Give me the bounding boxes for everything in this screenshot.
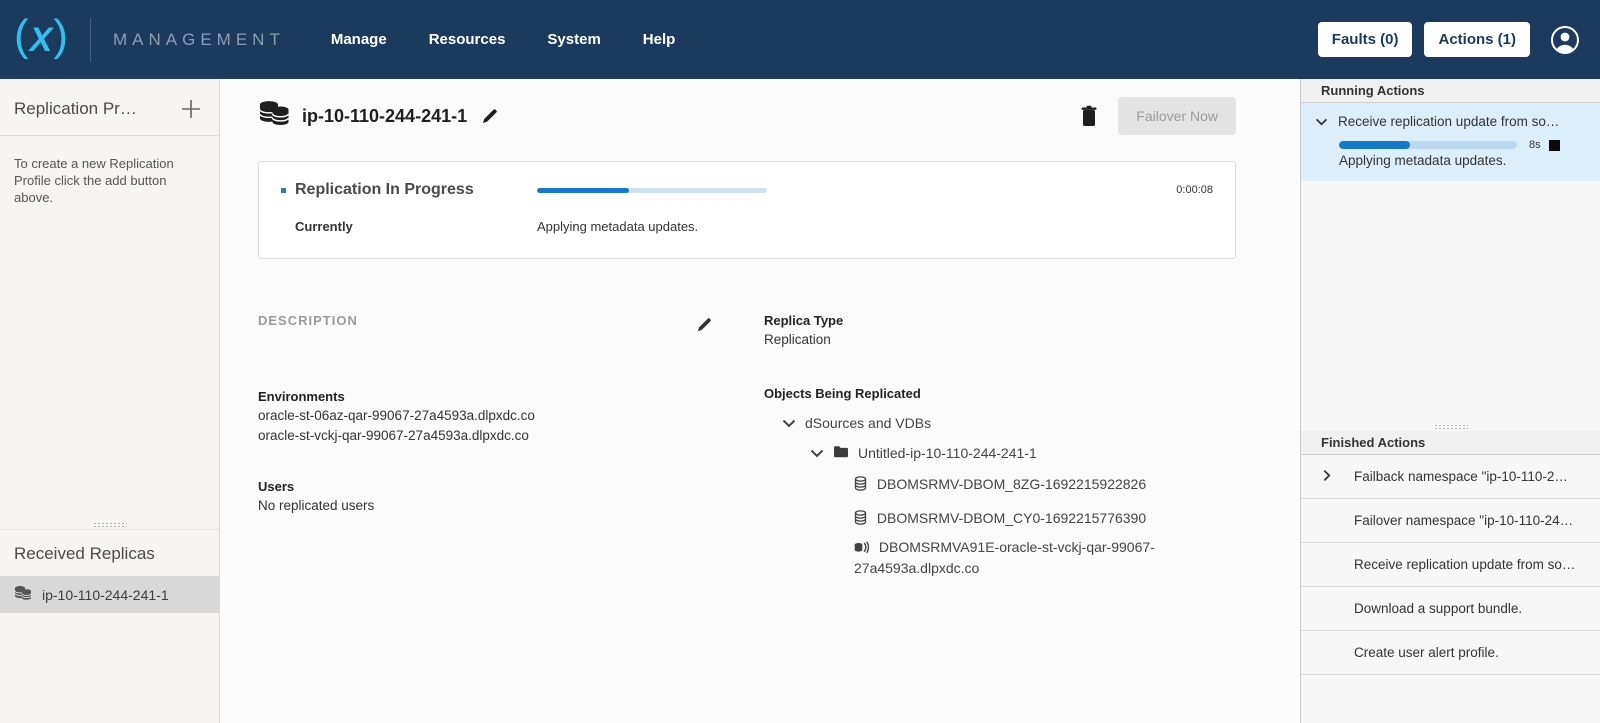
main-content: ip-10-110-244-241-1 Failover Now Replica… (220, 79, 1300, 723)
users-label: Users (258, 479, 716, 494)
database-icon (854, 478, 871, 494)
replication-progress-card: Replication In Progress 0:00:08 Currentl… (258, 161, 1236, 259)
chevron-down-icon[interactable] (810, 445, 824, 461)
tree-leaf-dsource[interactable]: DBOMSRMVA91E-oracle-st-vckj-qar-99067-27… (764, 538, 1156, 578)
progress-title: Replication In Progress (295, 181, 474, 199)
finished-action-label: Download a support bundle. (1354, 601, 1522, 616)
replication-progress-bar (537, 188, 767, 193)
tree-leaf-db[interactable]: DBOMSRMV-DBOM_CY0-1692215776390 (764, 509, 1156, 530)
finished-action-label: Receive replication update from so… (1354, 557, 1575, 572)
running-action-elapsed: 8s (1529, 139, 1541, 151)
stop-action-button[interactable] (1549, 140, 1560, 151)
finished-action-label: Create user alert profile. (1354, 645, 1499, 660)
replica-type-value: Replication (764, 330, 1156, 350)
chevron-down-icon[interactable] (1315, 114, 1328, 129)
finished-action-item[interactable]: Receive replication update from so… (1301, 543, 1600, 587)
currently-label: Currently (281, 219, 537, 234)
left-sidebar: Replication Pr… To create a new Replicat… (0, 79, 220, 723)
delphix-logo-icon: (X) (14, 20, 68, 60)
actions-button[interactable]: Actions (1) (1424, 22, 1530, 57)
tree-leaf-label: DBOMSRMV-DBOM_8ZG-1692215922826 (877, 476, 1146, 492)
profiles-help-text: To create a new Replication Profile clic… (0, 136, 219, 207)
chevron-down-icon[interactable] (782, 415, 796, 431)
finished-action-item[interactable]: Create user alert profile. (1301, 631, 1600, 675)
folder-icon (833, 445, 849, 461)
environment-value: oracle-st-06az-qar-99067-27a4593a.dlpxdc… (258, 406, 716, 426)
running-action-status: Applying metadata updates. (1339, 153, 1586, 168)
database-stack-icon (258, 100, 290, 133)
delete-replica-button[interactable] (1076, 101, 1102, 131)
nav-item-system[interactable]: System (547, 31, 600, 48)
page-title: ip-10-110-244-241-1 (302, 106, 467, 127)
finished-action-item[interactable]: Failover namespace "ip-10-110-24… (1301, 499, 1600, 543)
running-action-progress-bar (1339, 141, 1517, 149)
received-replica-label: ip-10-110-244-241-1 (42, 587, 169, 603)
replica-stack-icon (14, 585, 32, 604)
edit-title-button[interactable] (477, 104, 502, 129)
tree-node-dsources-vdbs[interactable]: dSources and VDBs (764, 415, 1156, 431)
chevron-right-icon[interactable] (1323, 469, 1331, 485)
top-navigation: (X) MANAGEMENT Manage Resources System H… (0, 0, 1600, 79)
objects-tree: dSources and VDBs Untitled-ip-10-110-244… (764, 415, 1156, 579)
user-avatar-icon[interactable] (1550, 25, 1580, 55)
tree-leaf-label: DBOMSRMVA91E-oracle-st-vckj-qar-99067-27… (854, 539, 1155, 576)
add-profile-button[interactable] (179, 97, 203, 121)
replica-type-label: Replica Type (764, 313, 1156, 328)
environments-label: Environments (258, 389, 716, 404)
actions-panel: Running Actions Receive replication upda… (1300, 79, 1600, 723)
tree-node-group[interactable]: Untitled-ip-10-110-244-241-1 (764, 445, 1156, 461)
description-header: DESCRIPTION (258, 313, 358, 328)
finished-action-item[interactable]: Download a support bundle. (1301, 587, 1600, 631)
nav-divider (90, 18, 91, 62)
objects-being-replicated-label: Objects Being Replicated (764, 386, 1156, 401)
nav-item-help[interactable]: Help (643, 31, 676, 48)
nav-item-manage[interactable]: Manage (331, 31, 387, 48)
nav-menu: Manage Resources System Help (331, 31, 675, 48)
finished-action-label: Failback namespace "ip-10-110-2… (1354, 469, 1568, 484)
finished-action-label: Failover namespace "ip-10-110-24… (1354, 513, 1573, 528)
faults-button[interactable]: Faults (0) (1318, 22, 1413, 57)
replication-profiles-title: Replication Pr… (14, 99, 137, 119)
sidebar-resize-handle[interactable] (0, 520, 219, 530)
tree-leaf-label: DBOMSRMV-DBOM_CY0-1692215776390 (877, 510, 1146, 526)
received-replicas-title: Received Replicas (0, 530, 219, 576)
tree-node-label: dSources and VDBs (805, 415, 931, 431)
current-status-text: Applying metadata updates. (537, 219, 1176, 234)
running-action-label: Receive replication update from so… (1338, 114, 1559, 129)
brand-title: MANAGEMENT (113, 30, 285, 50)
finished-actions-header: Finished Actions (1301, 431, 1600, 455)
failover-now-button[interactable]: Failover Now (1118, 97, 1236, 135)
finished-action-item[interactable]: Failback namespace "ip-10-110-2… (1301, 455, 1600, 499)
tree-leaf-db[interactable]: DBOMSRMV-DBOM_8ZG-1692215922826 (764, 475, 1156, 496)
status-bullet (281, 188, 286, 193)
database-icon (854, 512, 871, 528)
edit-description-button[interactable] (692, 313, 716, 337)
received-replica-item[interactable]: ip-10-110-244-241-1 (0, 576, 219, 613)
running-action-item[interactable]: Receive replication update from so… 8s A… (1301, 103, 1600, 181)
running-actions-header: Running Actions (1301, 79, 1600, 103)
tree-node-label: Untitled-ip-10-110-244-241-1 (858, 445, 1037, 461)
environment-value: oracle-st-vckj-qar-99067-27a4593a.dlpxdc… (258, 426, 716, 446)
dsource-icon (854, 541, 873, 557)
panel-resize-handle[interactable] (1301, 421, 1600, 431)
elapsed-time: 0:00:08 (1176, 184, 1213, 196)
nav-item-resources[interactable]: Resources (429, 31, 506, 48)
users-value: No replicated users (258, 496, 716, 516)
